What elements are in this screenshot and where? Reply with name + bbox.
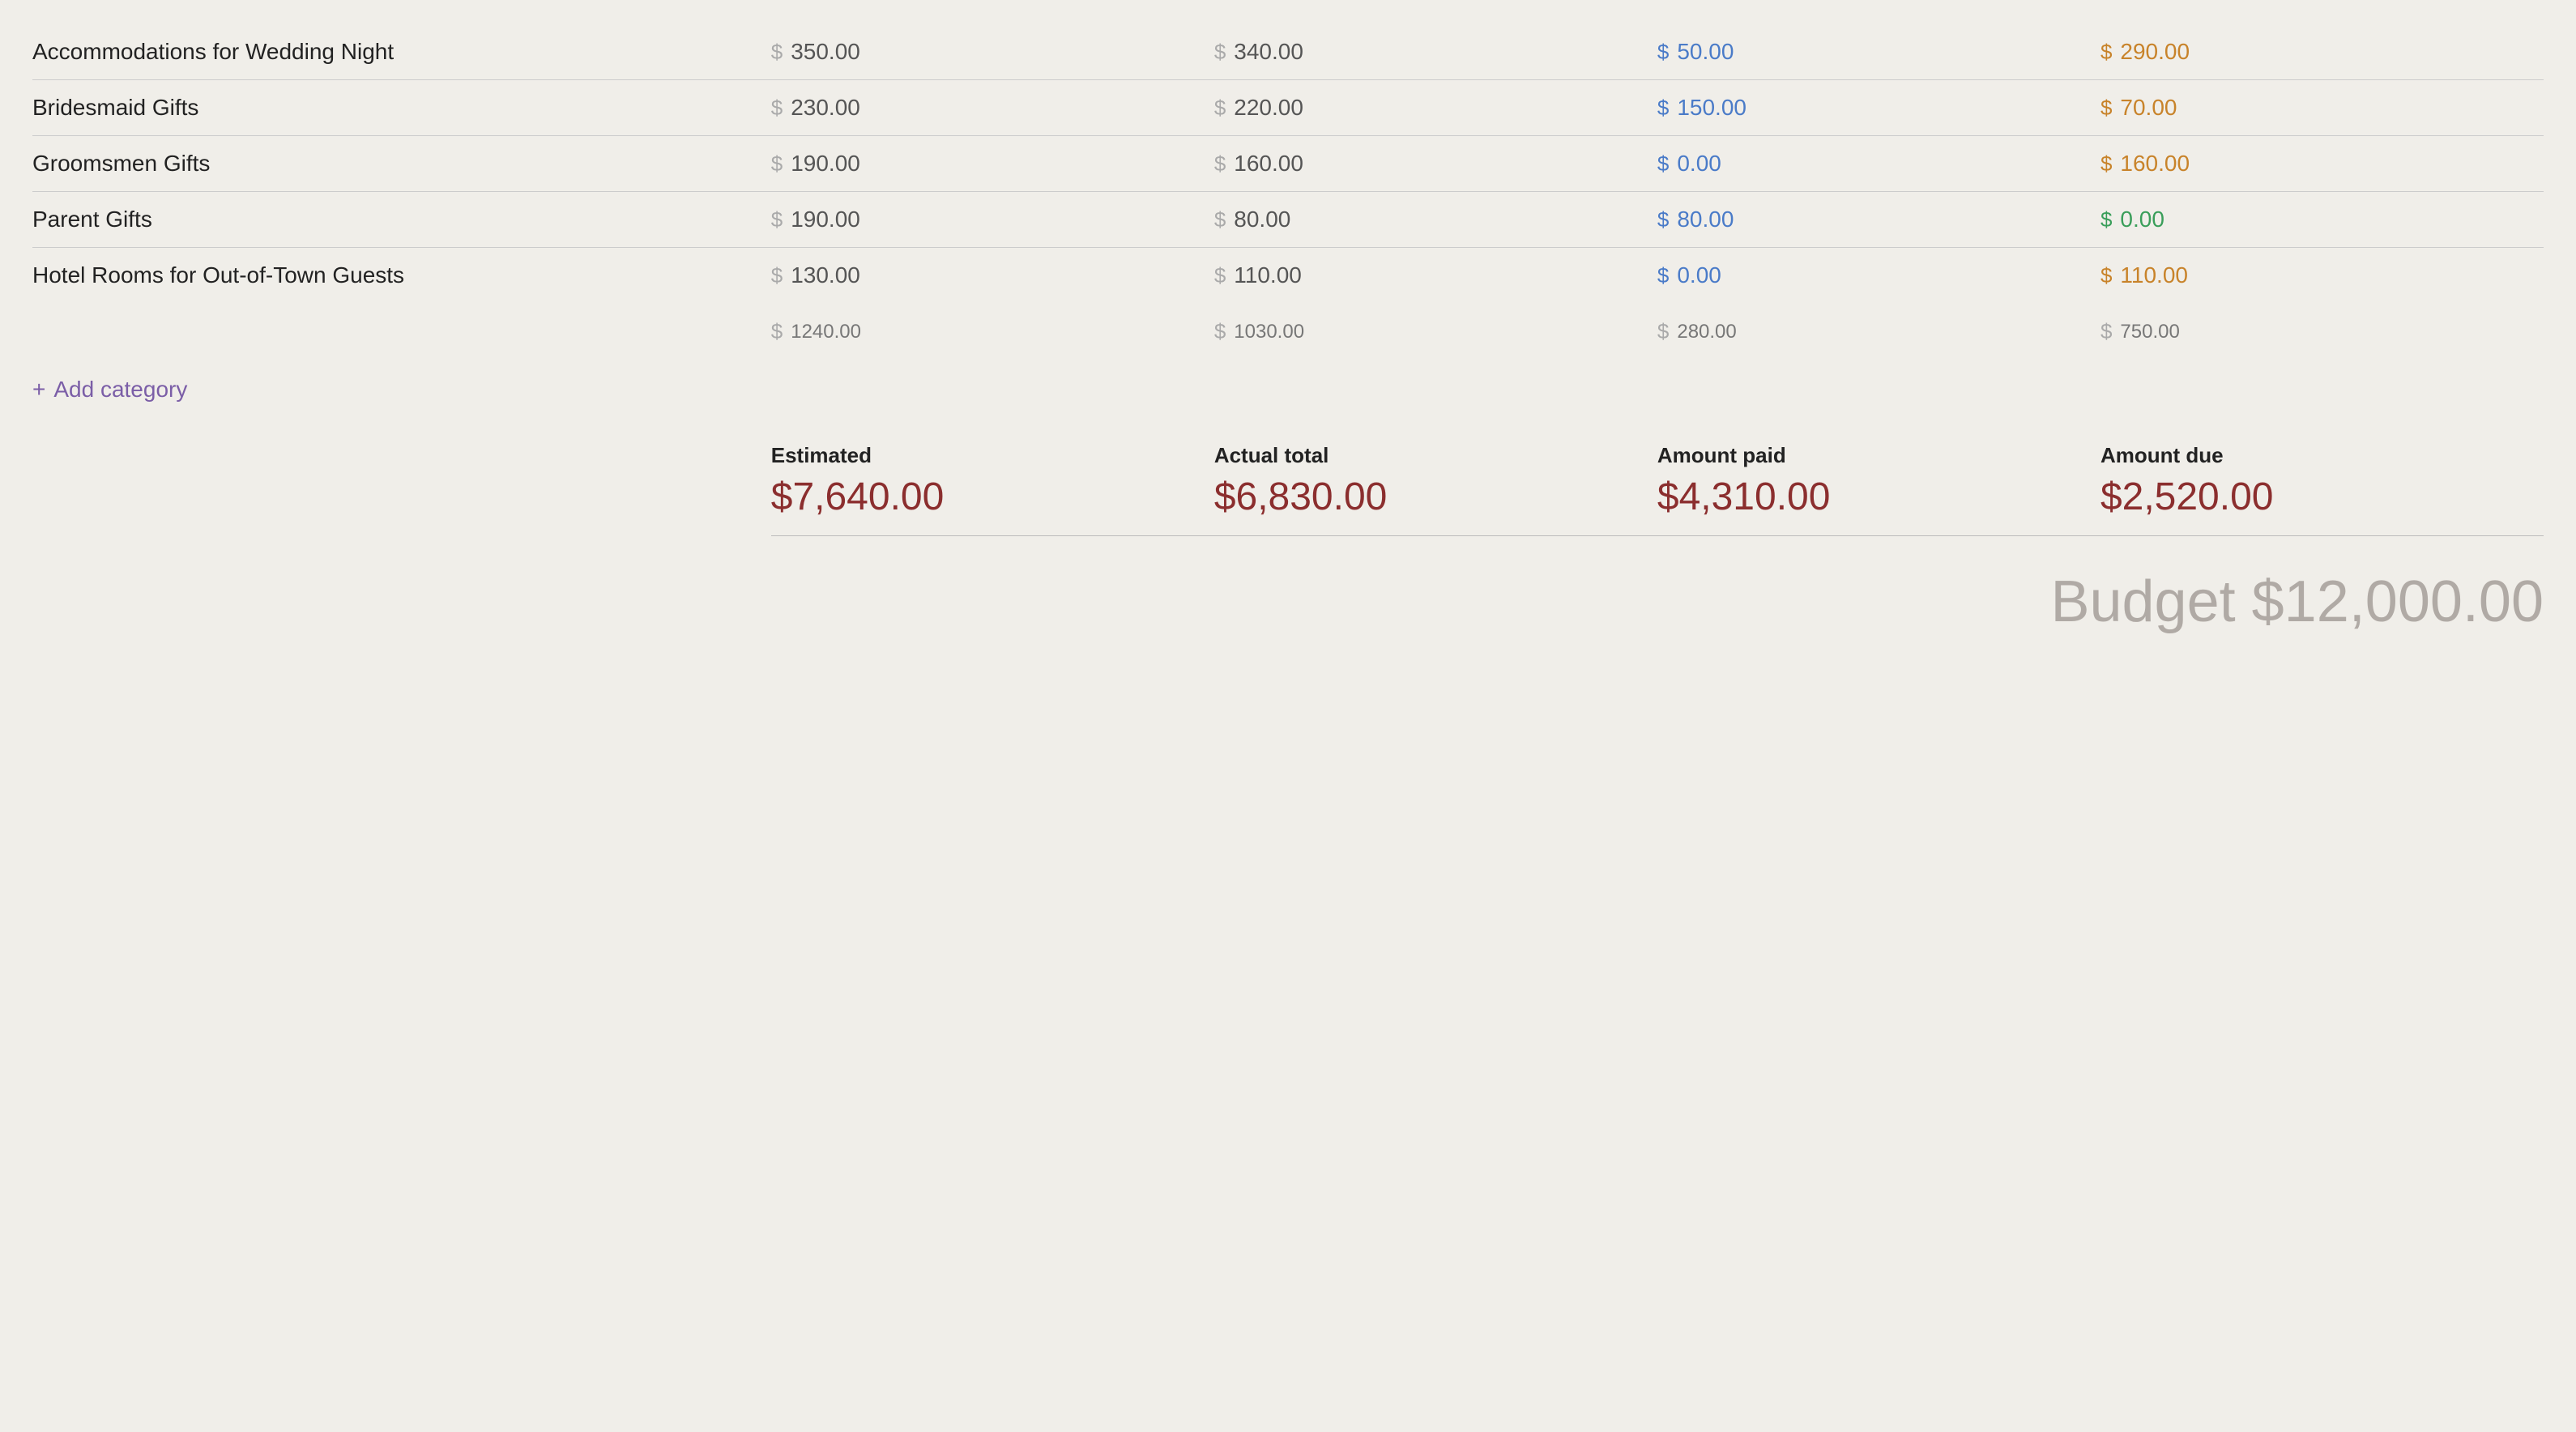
estimated-value: 190.00	[791, 151, 860, 177]
actual-value: 80.00	[1234, 207, 1290, 232]
paid-value: 50.00	[1677, 39, 1734, 65]
actual-cell: $ 80.00	[1214, 207, 1657, 232]
dollar-icon: $	[1657, 151, 1669, 177]
estimated-cell: $ 130.00	[771, 262, 1214, 288]
table-row: Groomsmen Gifts $ 190.00 $ 160.00 $ 0.00…	[32, 136, 2544, 192]
summary-section: Estimated $7,640.00 Actual total $6,830.…	[32, 427, 2544, 527]
table-row: Bridesmaid Gifts $ 230.00 $ 220.00 $ 150…	[32, 80, 2544, 136]
budget-total-row: Budget $12,000.00	[32, 552, 2544, 651]
actual-label: Actual total	[1214, 443, 1657, 468]
dollar-icon: $	[2100, 151, 2112, 177]
category-name: Accommodations for Wedding Night	[32, 39, 771, 65]
actual-cell: $ 110.00	[1214, 262, 1657, 288]
estimated-label: Estimated	[771, 443, 1214, 468]
due-cell: $ 110.00	[2100, 262, 2544, 288]
table-row: Parent Gifts $ 190.00 $ 80.00 $ 80.00 $ …	[32, 192, 2544, 248]
category-name: Groomsmen Gifts	[32, 151, 771, 177]
estimated-value: 130.00	[791, 262, 860, 288]
category-name: Parent Gifts	[32, 207, 771, 232]
dollar-icon: $	[771, 263, 783, 288]
paid-value: 80.00	[1677, 207, 1734, 232]
table-row: Hotel Rooms for Out-of-Town Guests $ 130…	[32, 248, 2544, 303]
dollar-icon: $	[1214, 96, 1226, 121]
dollar-icon: $	[1657, 207, 1669, 232]
total-paid: $ 280.00	[1657, 319, 2100, 344]
add-category-button[interactable]: + Add category	[32, 377, 2544, 403]
due-value: 0.00	[2120, 207, 2164, 232]
total-due: $ 750.00	[2100, 319, 2544, 344]
summary-estimated: Estimated $7,640.00	[771, 443, 1214, 519]
due-label: Amount due	[2100, 443, 2544, 468]
category-name: Bridesmaid Gifts	[32, 95, 771, 121]
paid-value: $4,310.00	[1657, 475, 2100, 519]
estimated-value: 230.00	[791, 95, 860, 121]
estimated-value: 190.00	[791, 207, 860, 232]
budget-table: Accommodations for Wedding Night $ 350.0…	[32, 24, 2544, 357]
paid-value: 0.00	[1677, 262, 1721, 288]
estimated-cell: $ 350.00	[771, 39, 1214, 65]
dollar-icon: $	[771, 151, 783, 177]
table-row: Accommodations for Wedding Night $ 350.0…	[32, 24, 2544, 80]
summary-paid: Amount paid $4,310.00	[1657, 443, 2100, 519]
due-cell: $ 70.00	[2100, 95, 2544, 121]
dollar-icon: $	[771, 40, 783, 65]
paid-cell: $ 0.00	[1657, 151, 2100, 177]
dollar-icon: $	[771, 319, 783, 344]
dollar-icon: $	[2100, 319, 2112, 344]
dollar-icon: $	[1657, 319, 1669, 344]
due-cell: $ 0.00	[2100, 207, 2544, 232]
paid-cell: $ 150.00	[1657, 95, 2100, 121]
total-estimated: $ 1240.00	[771, 319, 1214, 344]
paid-value: 0.00	[1677, 151, 1721, 177]
total-actual: $ 1030.00	[1214, 319, 1657, 344]
dollar-icon: $	[1214, 263, 1226, 288]
actual-cell: $ 160.00	[1214, 151, 1657, 177]
paid-label: Amount paid	[1657, 443, 2100, 468]
due-cell: $ 160.00	[2100, 151, 2544, 177]
dollar-icon: $	[1657, 263, 1669, 288]
dollar-icon: $	[771, 207, 783, 232]
actual-cell: $ 340.00	[1214, 39, 1657, 65]
add-category-label: Add category	[53, 377, 187, 403]
dollar-icon: $	[1214, 40, 1226, 65]
dollar-icon: $	[1214, 207, 1226, 232]
dollar-icon: $	[2100, 263, 2112, 288]
estimated-cell: $ 190.00	[771, 151, 1214, 177]
dollar-icon: $	[2100, 207, 2112, 232]
actual-value: 220.00	[1234, 95, 1303, 121]
totals-row: $ 1240.00 $ 1030.00 $ 280.00 $ 750.00	[32, 306, 2544, 357]
actual-value: 340.00	[1234, 39, 1303, 65]
summary-actual: Actual total $6,830.00	[1214, 443, 1657, 519]
actual-cell: $ 220.00	[1214, 95, 1657, 121]
paid-cell: $ 0.00	[1657, 262, 2100, 288]
dollar-icon: $	[2100, 96, 2112, 121]
plus-icon: +	[32, 377, 45, 403]
estimated-cell: $ 190.00	[771, 207, 1214, 232]
summary-due: Amount due $2,520.00	[2100, 443, 2544, 519]
paid-cell: $ 80.00	[1657, 207, 2100, 232]
estimated-cell: $ 230.00	[771, 95, 1214, 121]
summary-divider	[771, 535, 2544, 536]
due-value: 110.00	[2120, 262, 2188, 288]
dollar-icon: $	[2100, 40, 2112, 65]
dollar-icon: $	[1214, 151, 1226, 177]
budget-total: Budget $12,000.00	[2050, 569, 2544, 635]
paid-value: 150.00	[1677, 95, 1746, 121]
due-value: 290.00	[2120, 39, 2190, 65]
category-name: Hotel Rooms for Out-of-Town Guests	[32, 262, 771, 288]
due-cell: $ 290.00	[2100, 39, 2544, 65]
estimated-value: 350.00	[791, 39, 860, 65]
dollar-icon: $	[1657, 96, 1669, 121]
dollar-icon: $	[1657, 40, 1669, 65]
actual-value: 160.00	[1234, 151, 1303, 177]
due-value: 160.00	[2120, 151, 2190, 177]
actual-value: $6,830.00	[1214, 475, 1657, 519]
paid-cell: $ 50.00	[1657, 39, 2100, 65]
actual-value: 110.00	[1234, 262, 1302, 288]
due-value: 70.00	[2120, 95, 2177, 121]
estimated-value: $7,640.00	[771, 475, 1214, 519]
due-value: $2,520.00	[2100, 475, 2544, 519]
dollar-icon: $	[771, 96, 783, 121]
dollar-icon: $	[1214, 319, 1226, 344]
